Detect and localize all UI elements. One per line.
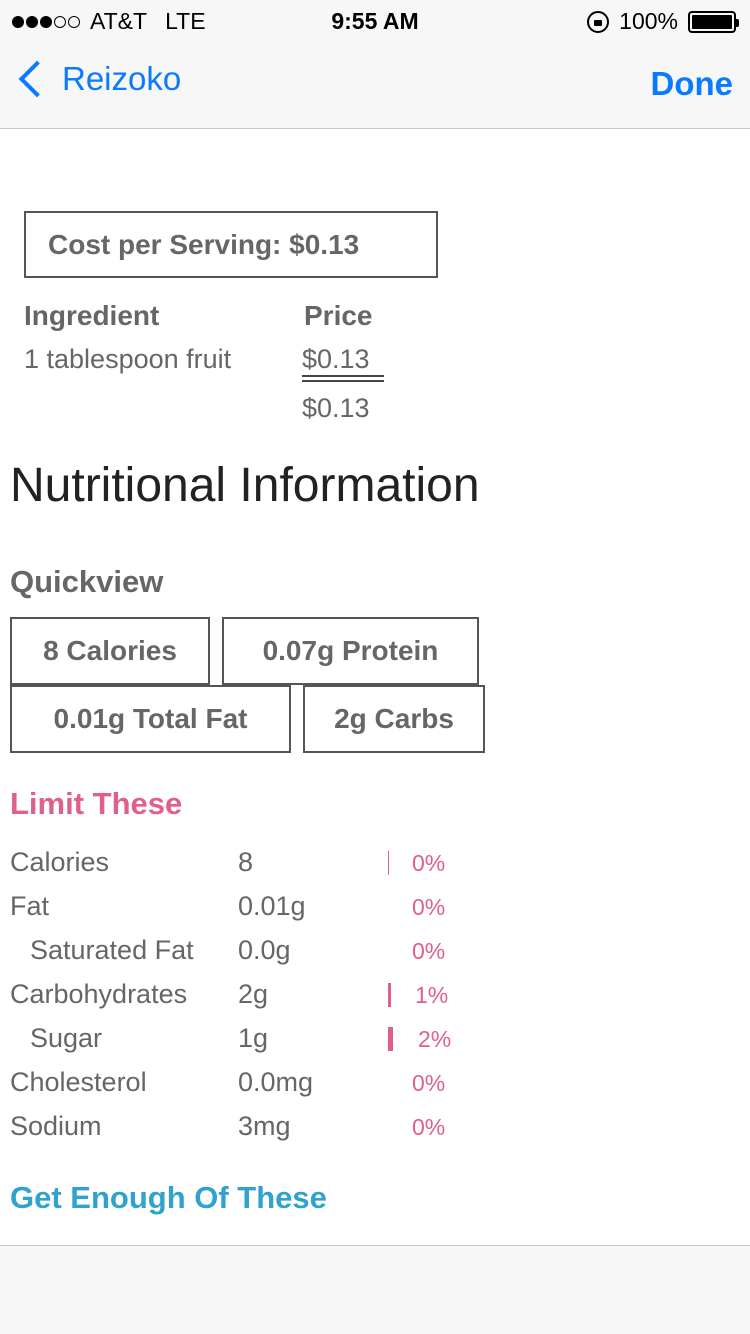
limit-row-percent: 0%: [412, 894, 446, 920]
limit-row-label: Cholesterol: [10, 1067, 147, 1097]
limit-row-label: Fat: [10, 891, 50, 921]
limit-row-percent: 0%: [412, 850, 446, 876]
price-column-header: Price: [304, 300, 373, 331]
limit-row-percent: 0%: [412, 938, 446, 964]
status-bar: AT&T LTE 9:55 AM 100%: [0, 0, 750, 40]
limit-row-value: 1g: [238, 1023, 269, 1053]
limit-row-label: Sodium: [10, 1111, 102, 1141]
limit-row-bar: [388, 1027, 393, 1051]
price-total: $0.13: [302, 393, 370, 423]
limit-row-value: 3mg: [238, 1111, 291, 1141]
chevron-left-icon: [18, 60, 56, 98]
limit-row-percent: 0%: [412, 1070, 446, 1096]
quickview-total-fat: 0.01g Total Fat: [10, 685, 291, 753]
battery-fill: [692, 14, 732, 29]
limit-row-percent: 2%: [418, 1026, 452, 1052]
limit-row-value: 8: [238, 847, 254, 877]
battery-percent: 100%: [619, 8, 678, 34]
get-enough-heading: Get Enough Of These: [10, 1180, 327, 1215]
done-button[interactable]: Done: [651, 65, 734, 103]
quickview-calories: 8 Calories: [10, 617, 210, 685]
limit-row-percent: 1%: [415, 982, 449, 1008]
limit-row-value: 0.0mg: [238, 1067, 314, 1097]
limit-row-value: 0.01g: [238, 891, 306, 921]
back-button-label: Reizoko: [62, 60, 182, 97]
limit-row-bar: [388, 983, 391, 1007]
limit-row-label: Carbohydrates: [10, 979, 188, 1009]
limit-these-heading: Limit These: [10, 786, 183, 821]
navigation-bar: Reizoko Done: [0, 40, 750, 129]
status-right: 100%: [587, 8, 739, 35]
quickview-carbs: 2g Carbs: [303, 685, 485, 753]
recipe-details-content[interactable]: Cost per Serving: $0.13 Ingredient Price…: [0, 130, 750, 1245]
quickview-protein: 0.07g Protein: [222, 617, 479, 685]
ingredient-price: $0.13: [302, 344, 370, 374]
back-button[interactable]: Reizoko: [14, 60, 181, 98]
limit-row-bar: [388, 851, 389, 875]
cost-per-serving-box: Cost per Serving: $0.13: [24, 211, 438, 278]
limit-row-percent: 0%: [412, 1114, 446, 1140]
limit-row-label: Saturated Fat: [30, 935, 194, 965]
bottom-toolbar: [0, 1245, 750, 1334]
rotation-lock-icon: [587, 10, 610, 33]
battery-icon: [688, 10, 739, 33]
limit-row-value: 2g: [238, 979, 269, 1009]
quickview-heading: Quickview: [10, 564, 164, 599]
ingredient-column-header: Ingredient: [24, 300, 160, 331]
ingredient-name: 1 tablespoon fruit: [24, 344, 232, 374]
nutritional-information-heading: Nutritional Information: [10, 459, 480, 512]
total-double-rule: [302, 375, 384, 382]
limit-row-label: Calories: [10, 847, 110, 877]
limit-row-label: Sugar: [30, 1023, 103, 1053]
limit-row-value: 0.0g: [238, 935, 291, 965]
